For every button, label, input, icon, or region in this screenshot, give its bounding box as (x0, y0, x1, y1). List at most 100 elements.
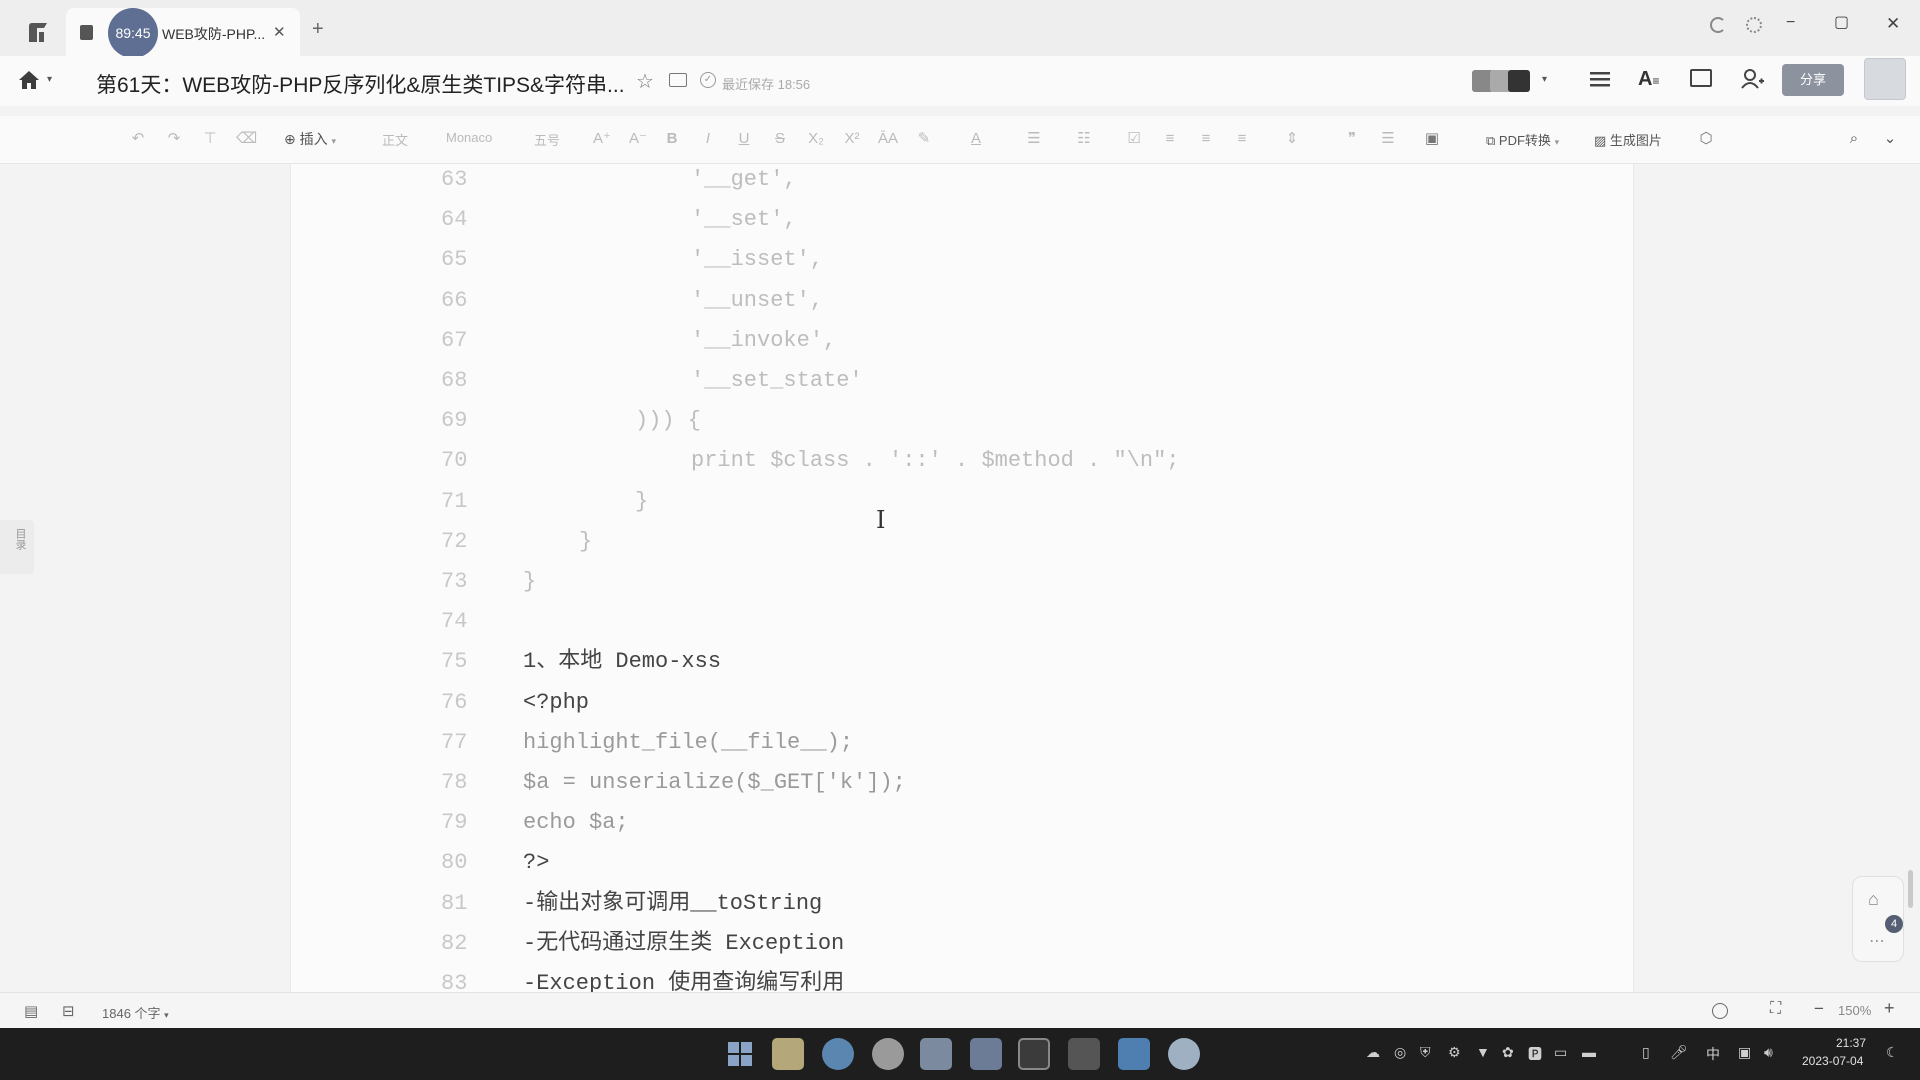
page-view-icon[interactable]: ⊟ (62, 1002, 75, 1020)
code-line[interactable]: 73} (291, 562, 1491, 602)
toc-toggle[interactable]: 目录 (0, 520, 34, 574)
battery-icon[interactable]: ▯ (1642, 1044, 1650, 1061)
app-logo-icon[interactable] (26, 20, 52, 46)
format-painter-icon[interactable]: ⊤ (200, 129, 220, 149)
file-explorer-icon[interactable] (772, 1038, 804, 1070)
sync-icon[interactable] (1710, 17, 1726, 33)
collaborator-avatars[interactable] (1472, 70, 1536, 92)
code-line[interactable]: 72} (291, 522, 1491, 562)
new-tab-button[interactable]: + (312, 18, 324, 41)
underline-icon[interactable]: U (734, 129, 754, 149)
volume-icon[interactable]: 🔊︎ (1764, 1044, 1773, 1061)
code-line[interactable]: 81 -输出对象可调用__toString (291, 884, 1491, 924)
input-language[interactable]: 中 (1706, 1044, 1720, 1064)
pycharm-icon[interactable] (1068, 1038, 1100, 1070)
document-title[interactable]: 第61天：WEB攻防-PHP反序列化&原生类TIPS&字符串... (96, 69, 625, 99)
code-line[interactable]: 77 highlight_file(__file__); (291, 723, 1491, 763)
text-effect-icon[interactable]: ĀA (878, 129, 898, 149)
home-icon[interactable] (18, 70, 40, 95)
phpstorm-icon[interactable] (1018, 1038, 1050, 1070)
decrease-font-icon[interactable]: A⁻ (628, 129, 648, 149)
tray-shield-icon[interactable]: ⛨ (1420, 1044, 1431, 1061)
numbered-list-icon[interactable]: ☷ (1074, 129, 1094, 149)
table-insert-icon[interactable]: ▣ (1422, 129, 1442, 149)
font-family-select[interactable]: Monaco (446, 130, 492, 145)
tray-app-icon[interactable]: ☁ (1366, 1044, 1380, 1061)
code-line[interactable]: 76 <?php (291, 683, 1491, 723)
code-line[interactable]: 71} (291, 482, 1491, 522)
zoom-out-button[interactable]: − (1814, 999, 1824, 1019)
zoom-level[interactable]: 150% (1838, 1003, 1871, 1018)
minimize-button[interactable]: − (1786, 14, 1795, 32)
code-line[interactable]: 70 print $class . '::' . $method . "\n"; (291, 441, 1491, 481)
tab-close-icon[interactable]: ✕ (273, 23, 286, 41)
shirt-icon[interactable]: ⌂ (1868, 889, 1879, 910)
user-avatar[interactable] (1864, 58, 1906, 100)
checklist-icon[interactable]: ☑ (1124, 129, 1144, 149)
code-line[interactable]: 64 '__set', (291, 200, 1491, 240)
tray-network-tool-icon[interactable]: ⚙ (1448, 1044, 1461, 1061)
code-line[interactable]: 68 '__set_state' (291, 361, 1491, 401)
outline-menu-icon[interactable] (1590, 70, 1610, 93)
close-window-button[interactable]: ✕ (1886, 14, 1900, 34)
redo-icon[interactable]: ↷ (164, 129, 184, 149)
align-right-icon[interactable]: ≡ (1232, 129, 1252, 149)
code-line[interactable]: 83 -Exception 使用查询编写利用 (291, 964, 1491, 992)
more-dots-icon[interactable]: ⋯ (1869, 931, 1885, 951)
undo-icon[interactable]: ↶ (128, 129, 148, 149)
clock-date[interactable]: 2023-07-04 (1802, 1054, 1863, 1068)
share-button[interactable]: 分享 (1782, 64, 1844, 96)
zoom-in-button[interactable]: + (1884, 998, 1895, 1019)
collapse-toolbar-icon[interactable]: ⌄ (1880, 129, 1900, 149)
strikethrough-icon[interactable]: S (770, 129, 790, 149)
tray-notes-icon[interactable]: ▼ (1476, 1044, 1490, 1060)
pdf-convert-button[interactable]: ⧉ PDF转换 ▾ (1486, 130, 1559, 149)
start-menu-icon[interactable] (724, 1038, 756, 1070)
word-count[interactable]: 1846 个字 ▾ (102, 1003, 169, 1022)
code-line[interactable]: 66 '__unset', (291, 281, 1491, 321)
add-collaborator-icon[interactable] (1740, 68, 1764, 95)
home-dropdown-icon[interactable]: ▾ (47, 74, 52, 85)
document-tab[interactable]: 89:45 WEB攻防-PHP... ✕ (66, 8, 300, 58)
settings-icon[interactable] (1746, 17, 1762, 33)
code-line[interactable]: 65 '__isset', (291, 240, 1491, 280)
clear-format-icon[interactable]: ⌫ (236, 129, 257, 149)
present-icon[interactable] (1690, 69, 1712, 87)
tray-monitor-icon[interactable]: ▭ (1554, 1044, 1567, 1061)
microphone-icon[interactable]: 🎤︎ (1670, 1044, 1688, 1061)
divider-icon[interactable]: ☰ (1378, 129, 1398, 149)
search-icon[interactable]: ⌕ (1844, 129, 1864, 149)
bold-icon[interactable]: B (662, 129, 682, 149)
chrome-browser-icon[interactable] (872, 1038, 904, 1070)
code-line[interactable]: 67 '__invoke', (291, 321, 1491, 361)
photos-app-icon[interactable] (970, 1038, 1002, 1070)
subscript-icon[interactable]: X₂ (806, 129, 826, 149)
locate-icon[interactable] (1712, 1003, 1728, 1019)
chat-app-icon[interactable] (1168, 1038, 1200, 1070)
bullet-list-icon[interactable]: ☰ (1024, 129, 1044, 149)
clock-time[interactable]: 21:37 (1836, 1036, 1866, 1050)
tray-capture-icon[interactable]: ◎ (1394, 1044, 1406, 1061)
notification-moon-icon[interactable]: ☾ (1886, 1044, 1899, 1061)
code-line[interactable]: 80 ?> (291, 843, 1491, 883)
star-icon[interactable]: ☆ (636, 69, 654, 94)
maximize-button[interactable]: ▢ (1834, 12, 1849, 32)
code-line[interactable]: 74 (291, 602, 1491, 642)
align-center-icon[interactable]: ≡ (1196, 129, 1216, 149)
line-spacing-icon[interactable]: ⇕ (1282, 129, 1302, 149)
outline-view-icon[interactable]: ▤ (24, 1002, 38, 1020)
network-icon[interactable]: ▣ (1738, 1044, 1751, 1061)
more-tools-icon[interactable]: ⬡ (1696, 129, 1716, 149)
edge-browser-icon[interactable] (822, 1038, 854, 1070)
generate-image-button[interactable]: ▨ 生成图片 (1594, 130, 1662, 149)
code-line[interactable]: 69))) { (291, 401, 1491, 441)
tray-display-icon[interactable]: ▬ (1582, 1044, 1596, 1060)
paragraph-style-select[interactable]: 正文 (382, 130, 408, 149)
tray-gear-icon[interactable]: ✿ (1502, 1044, 1514, 1061)
code-line[interactable]: 79 echo $a; (291, 803, 1491, 843)
increase-font-icon[interactable]: A⁺ (592, 129, 612, 149)
superscript-icon[interactable]: X² (842, 129, 862, 149)
align-left-icon[interactable]: ≡ (1160, 129, 1180, 149)
code-line[interactable]: 63 '__get', (291, 164, 1491, 200)
floating-helper-panel[interactable]: ⌂ 4 ⋯ (1852, 876, 1904, 962)
